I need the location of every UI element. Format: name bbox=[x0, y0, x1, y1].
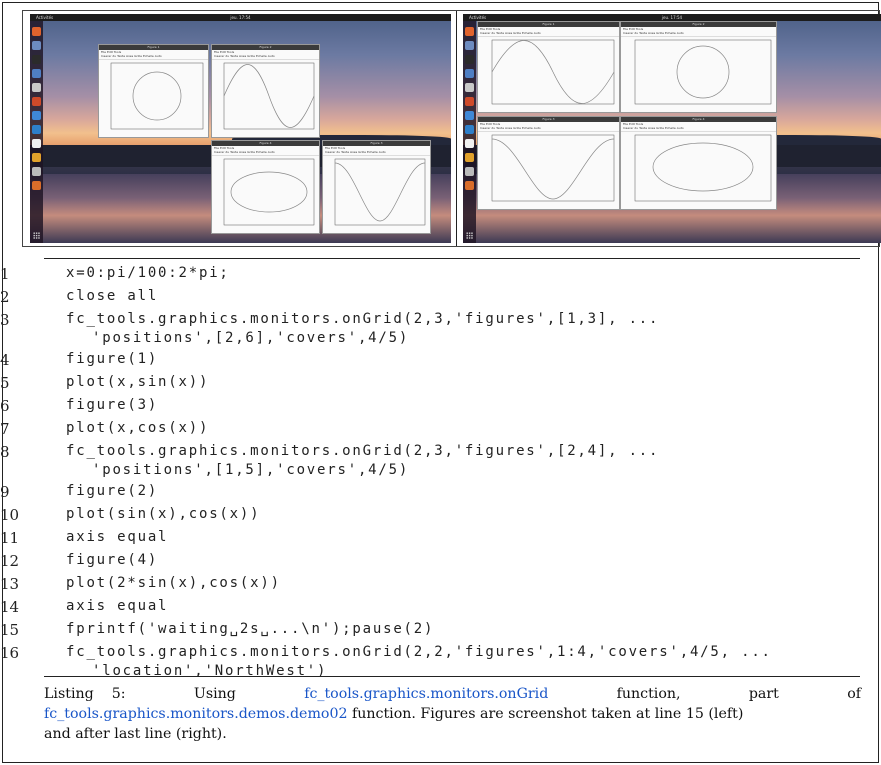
caption-part: part bbox=[748, 686, 779, 702]
caption-text-end: and after last line (right). bbox=[44, 726, 227, 742]
code-line: 5 plot(x,sin(x)) bbox=[0, 374, 877, 394]
code-line: 9 figure(2) bbox=[0, 483, 877, 503]
code-line: 14 axis equal bbox=[0, 598, 877, 618]
code-text: fc_tools.graphics.monitors.onGrid(2,2,'f… bbox=[66, 644, 772, 660]
code-line: 13 plot(2*sin(x),cos(x)) bbox=[0, 575, 877, 595]
code-line: 15 fprintf('waiting␣2s␣...\n');pause(2) bbox=[0, 621, 877, 641]
caption-demo-name: fc_tools.graphics.monitors.demos.demo02 bbox=[44, 706, 348, 722]
caption-function-name: fc_tools.graphics.monitors.onGrid bbox=[304, 686, 549, 702]
code-line: 16 fc_tools.graphics.monitors.onGrid(2,2,… bbox=[0, 644, 877, 664]
caption-of: of bbox=[847, 686, 861, 702]
code-line: 1 x=0:pi/100:2*pi; bbox=[0, 265, 877, 285]
code-text: x=0:pi/100:2*pi; bbox=[66, 265, 230, 281]
code-listing: 1 x=0:pi/100:2*pi; 2 close all 3 fc_tools.gra… bbox=[0, 0, 877, 680]
code-text: plot(x,sin(x)) bbox=[66, 374, 210, 390]
code-line: 8 fc_tools.graphics.monitors.onGrid(2,3,'… bbox=[0, 443, 877, 463]
code-text: axis equal bbox=[66, 529, 169, 545]
code-text: fc_tools.graphics.monitors.onGrid(2,3,'f… bbox=[66, 311, 660, 327]
code-text: plot(sin(x),cos(x)) bbox=[66, 506, 261, 522]
code-text: figure(4) bbox=[66, 552, 159, 568]
code-text: fc_tools.graphics.monitors.onGrid(2,3,'f… bbox=[66, 443, 660, 459]
line-number: 11 bbox=[0, 529, 20, 547]
line-number: 14 bbox=[0, 598, 20, 616]
caption-label: Listing 5: bbox=[44, 686, 126, 702]
line-number: 5 bbox=[0, 374, 10, 392]
line-number: 7 bbox=[0, 420, 10, 438]
code-line: 7 plot(x,cos(x)) bbox=[0, 420, 877, 440]
code-line: 6 figure(3) bbox=[0, 397, 877, 417]
code-text: axis equal bbox=[66, 598, 169, 614]
code-text: plot(2*sin(x),cos(x)) bbox=[66, 575, 281, 591]
code-line: 11 axis equal bbox=[0, 529, 877, 549]
code-text: close all bbox=[66, 288, 159, 304]
line-number: 9 bbox=[0, 483, 10, 501]
code-line-continuation: 'location','NorthWest') bbox=[0, 663, 877, 683]
code-line: 12 figure(4) bbox=[0, 552, 877, 572]
line-number: 12 bbox=[0, 552, 20, 570]
code-text: 'positions',[2,6],'covers',4/5) bbox=[92, 330, 410, 346]
code-line: 4 figure(1) bbox=[0, 351, 877, 371]
line-number: 13 bbox=[0, 575, 20, 593]
listing-caption: Listing 5: Using fc_tools.graphics.monit… bbox=[44, 684, 861, 744]
code-line-continuation: 'positions',[1,5],'covers',4/5) bbox=[0, 462, 877, 482]
code-text: 'positions',[1,5],'covers',4/5) bbox=[92, 462, 410, 478]
code-text: figure(1) bbox=[66, 351, 159, 367]
line-number: 8 bbox=[0, 443, 10, 461]
code-line: 2 close all bbox=[0, 288, 877, 308]
code-line: 10 plot(sin(x),cos(x)) bbox=[0, 506, 877, 526]
code-line: 3 fc_tools.graphics.monitors.onGrid(2,3,'… bbox=[0, 311, 877, 331]
line-number: 4 bbox=[0, 351, 10, 369]
code-text: figure(3) bbox=[66, 397, 159, 413]
line-number: 16 bbox=[0, 644, 20, 662]
caption-using: Using bbox=[193, 686, 236, 702]
line-number: 6 bbox=[0, 397, 10, 415]
line-number: 1 bbox=[0, 265, 10, 283]
line-number: 3 bbox=[0, 311, 10, 329]
code-line-continuation: 'positions',[2,6],'covers',4/5) bbox=[0, 330, 877, 350]
code-text: figure(2) bbox=[66, 483, 159, 499]
line-number: 15 bbox=[0, 621, 20, 639]
code-text: fprintf('waiting␣2s␣...\n');pause(2) bbox=[66, 621, 435, 637]
line-number: 10 bbox=[0, 506, 20, 524]
caption-function-word: function, bbox=[616, 686, 681, 702]
code-text: plot(x,cos(x)) bbox=[66, 420, 210, 436]
line-number: 2 bbox=[0, 288, 10, 306]
listing-bottom-rule bbox=[44, 676, 860, 677]
caption-text: function. Figures are screenshot taken a… bbox=[347, 706, 744, 722]
